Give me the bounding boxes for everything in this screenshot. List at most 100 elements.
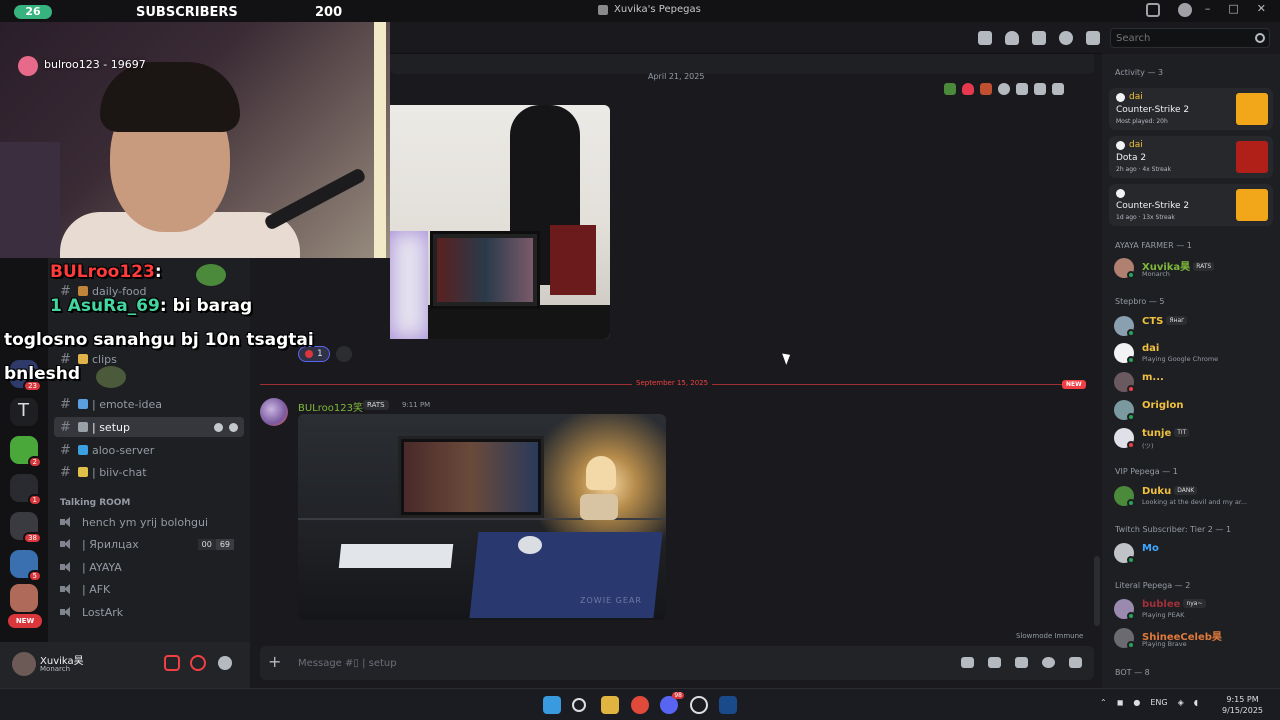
gif-icon[interactable] (988, 657, 1001, 668)
voice-channel[interactable]: hench ym yrij bolohgui (54, 512, 244, 532)
search-input[interactable] (1111, 29, 1269, 47)
mic-icon[interactable]: ● (1133, 698, 1140, 707)
clock-date: 9/15/2025 (1222, 706, 1264, 715)
bell-icon[interactable] (1005, 31, 1019, 45)
activity-card[interactable]: dai Dota 2 2h ago · 4x Streak (1109, 136, 1273, 178)
message-author[interactable]: BULroo123笑 (298, 399, 363, 414)
message-image[interactable] (390, 105, 610, 339)
server-icon[interactable]: 5 (10, 550, 42, 582)
maximize-button[interactable]: □ (1228, 2, 1238, 15)
channel-item[interactable]: # | emote-idea (54, 394, 244, 414)
file-explorer-icon[interactable] (601, 696, 619, 714)
search-icon[interactable] (572, 698, 586, 712)
image-screen (437, 238, 533, 302)
online-status-icon (1127, 271, 1135, 279)
wifi-icon[interactable]: ◈ (1178, 698, 1184, 707)
chevron-up-icon[interactable]: ⌃ (1100, 698, 1107, 707)
forward-icon[interactable] (1034, 83, 1046, 95)
mute-mic-icon[interactable] (164, 655, 180, 671)
member-status: (ツ) (1142, 442, 1154, 450)
app-icon[interactable] (690, 696, 708, 714)
voice-channel[interactable]: LostArk (54, 602, 244, 622)
server-icon[interactable] (10, 584, 38, 612)
members-icon[interactable] (1059, 31, 1073, 45)
pin-icon[interactable] (1032, 31, 1046, 45)
taskbar-clock[interactable]: 9:15 PM 9/15/2025 (1222, 694, 1263, 716)
channel-item[interactable]: # clips (54, 349, 244, 369)
reply-icon[interactable] (1016, 83, 1028, 95)
more-icon[interactable] (1052, 83, 1064, 95)
mention-badge: 5 (27, 570, 42, 582)
member-item[interactable]: tunje TIT (ツ) (1114, 426, 1274, 450)
activity-card[interactable]: dai Counter-Strike 2 Most played: 20h (1109, 88, 1273, 130)
help-icon[interactable] (1178, 3, 1192, 17)
threads-icon[interactable] (978, 31, 992, 45)
image-laptop (398, 436, 544, 518)
voice-channel[interactable]: | AYAYA (54, 557, 244, 577)
language-indicator[interactable]: ENG (1150, 698, 1167, 707)
member-item[interactable]: Mo (1114, 541, 1274, 565)
chat-name: BULroo123 (50, 262, 155, 282)
sticker-icon[interactable] (1015, 657, 1028, 668)
close-button[interactable]: ✕ (1257, 2, 1266, 15)
channel-item[interactable]: # aloo-server (54, 440, 244, 460)
image-lamp-base (580, 494, 618, 520)
minimize-button[interactable]: – (1205, 2, 1211, 15)
server-icon[interactable]: 38 (10, 512, 42, 544)
add-reaction-button[interactable] (335, 346, 352, 362)
apps-icon[interactable] (1069, 657, 1082, 668)
reaction-icon[interactable] (980, 83, 992, 95)
reaction-icon (305, 350, 313, 358)
member-item[interactable]: CTS Янаг (1114, 314, 1274, 338)
server-icon[interactable]: 1 (10, 474, 42, 506)
member-name: dai (1142, 343, 1159, 354)
reaction-pepe-icon[interactable] (944, 83, 956, 95)
speaker-icon (60, 584, 74, 594)
jump-bar[interactable] (390, 54, 1094, 74)
channel-item-setup[interactable]: # | setup (54, 417, 244, 437)
heart-icon[interactable] (962, 83, 974, 95)
member-item[interactable]: Duku DANK Looking at the devil and my ar.… (1114, 484, 1274, 508)
member-item[interactable]: m... (1114, 370, 1274, 394)
avatar[interactable] (260, 398, 288, 426)
voice-channel[interactable]: | Ярилцах 00 69 (54, 534, 244, 554)
member-item[interactable]: dai Playing Google Chrome (1114, 341, 1274, 365)
server-icon[interactable]: 2 (10, 436, 42, 468)
avatar[interactable] (12, 652, 36, 676)
member-item[interactable]: Xuvika昊 RATS Monarch (1114, 256, 1274, 280)
chrome-icon[interactable] (631, 696, 649, 714)
speaker-icon (60, 607, 74, 617)
server-icon[interactable]: T (10, 398, 38, 426)
channel-item[interactable]: # | biiv-chat (54, 462, 244, 482)
message-input[interactable] (298, 653, 938, 673)
member-tag: nya~ (1183, 599, 1206, 608)
volume-icon[interactable]: ◖ (1194, 698, 1198, 707)
voice-channel[interactable]: | AFK (54, 579, 244, 599)
add-reaction-icon[interactable] (998, 83, 1010, 95)
add-attachment-icon[interactable]: + (268, 652, 281, 671)
user-panel: Xuvika昊 Monarch (0, 642, 250, 688)
inbox-icon[interactable] (1146, 3, 1160, 17)
inbox-icon[interactable] (1086, 31, 1100, 45)
gift-icon[interactable] (961, 657, 974, 668)
message-image[interactable]: ZOWIE GEAR (298, 414, 666, 620)
voice-category[interactable]: Talking ROOM (60, 498, 130, 508)
scrollbar[interactable] (1094, 556, 1100, 626)
activity-header: Activity — 3 (1115, 68, 1164, 77)
deafen-icon[interactable] (190, 655, 206, 671)
member-item[interactable]: bublee nya~ Playing PEAK (1114, 597, 1274, 621)
gear-icon[interactable] (218, 656, 232, 670)
network-icon[interactable]: ◼ (1117, 698, 1124, 707)
webcam-username: bulroo123 - 19697 (44, 58, 146, 71)
activity-card[interactable]: Counter-Strike 2 1d ago · 13x Streak (1109, 184, 1273, 226)
online-status-icon (1127, 413, 1135, 421)
windows-start-icon[interactable] (543, 696, 561, 714)
member-item[interactable]: Origlon (1114, 398, 1274, 422)
gear-icon[interactable] (229, 422, 238, 432)
invite-icon[interactable] (214, 422, 223, 432)
steam-icon[interactable] (719, 696, 737, 714)
discord-icon[interactable]: 98 (660, 692, 684, 714)
new-unreads-pill[interactable]: NEW (8, 614, 42, 628)
emoji-icon[interactable] (1042, 657, 1055, 668)
member-item[interactable]: ShineeCeleb昊 Playing Brave (1114, 626, 1274, 650)
